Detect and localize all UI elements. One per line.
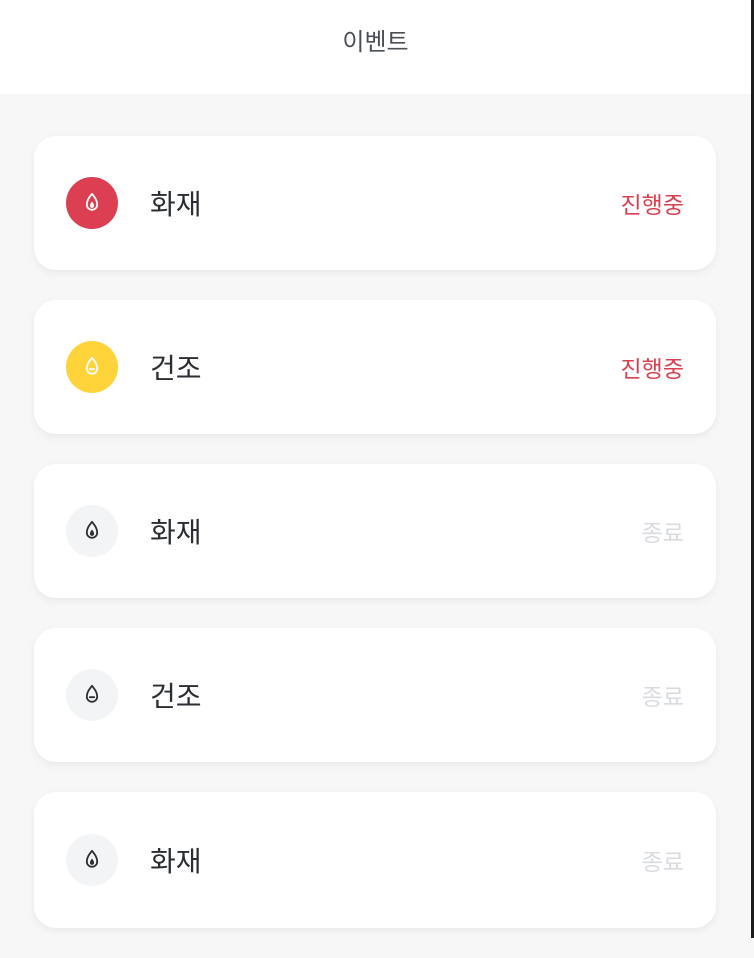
fire-icon [85,192,99,211]
event-status-badge: 종료 [641,521,684,547]
event-card[interactable]: 화재 종료 [34,792,716,928]
event-status-badge: 진행중 [620,357,684,383]
event-name: 건조 [150,352,202,385]
event-status-badge: 진행중 [620,193,684,219]
event-icon-badge [66,177,118,229]
event-name: 화재 [150,188,202,221]
event-list: 화재 진행중 건조 진행중 화재 종료 건조 종료 화재 종료 [34,136,716,958]
fire-icon [85,520,99,539]
event-name: 화재 [150,845,202,878]
fire-icon [85,849,99,868]
dry-drop-icon [85,684,99,703]
event-name: 건조 [150,680,202,713]
app-header: 이벤트 [0,0,751,94]
event-name: 화재 [150,516,202,549]
event-card[interactable]: 화재 종료 [34,464,716,598]
dry-drop-icon [85,356,99,375]
page-title: 이벤트 [342,27,409,56]
event-card[interactable]: 건조 진행중 [34,300,716,434]
event-card[interactable]: 건조 종료 [34,628,716,762]
event-icon-badge [66,834,118,886]
event-icon-badge [66,505,118,557]
event-status-badge: 종료 [641,685,684,711]
event-card[interactable]: 화재 진행중 [34,136,716,270]
event-status-badge: 종료 [641,850,684,876]
event-icon-badge [66,669,118,721]
event-icon-badge [66,341,118,393]
